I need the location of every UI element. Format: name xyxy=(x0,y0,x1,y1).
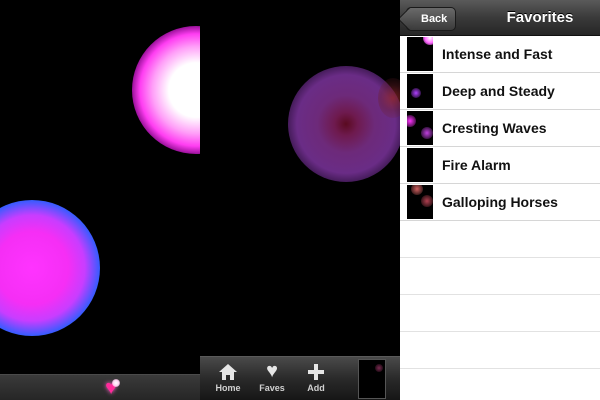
list-item-label: Galloping Horses xyxy=(442,194,558,210)
thumbnail-glow xyxy=(421,127,433,139)
navigation-bar: Back Favorites xyxy=(400,0,600,36)
list-item[interactable]: Galloping Horses xyxy=(400,184,600,221)
pattern-thumbnail xyxy=(407,148,433,182)
list-item[interactable]: Deep and Steady xyxy=(400,73,600,110)
thumbnail-glow xyxy=(411,88,421,98)
list-item-label: Cresting Waves xyxy=(442,120,547,136)
favorite-heart-icon[interactable]: ♥ xyxy=(98,378,124,398)
list-item[interactable]: Fire Alarm xyxy=(400,147,600,184)
sparkle-icon xyxy=(112,379,120,387)
pattern-thumbnail xyxy=(407,111,433,145)
heart-icon: ♥ xyxy=(266,360,278,382)
screenshot-collage: ♥ Home ♥ Faves Add Back Favorites Intens… xyxy=(0,0,600,400)
light-show-screen-tabbed[interactable]: Home ♥ Faves Add xyxy=(200,0,400,400)
bottom-toolbar: ♥ xyxy=(0,374,200,400)
tab-home-label: Home xyxy=(215,383,241,393)
list-item-label: Fire Alarm xyxy=(442,157,511,173)
tab-faves[interactable]: ♥ Faves xyxy=(250,357,294,400)
thumbnail-glow xyxy=(375,364,383,372)
back-button[interactable]: Back xyxy=(406,7,457,31)
thumbnail-glow xyxy=(421,195,433,207)
thumbnail-glow xyxy=(423,37,433,45)
home-icon xyxy=(206,357,250,383)
white-pink-light-orb xyxy=(132,26,200,154)
empty-row xyxy=(400,295,600,332)
page-title: Favorites xyxy=(506,9,574,26)
magenta-blue-light-orb xyxy=(0,200,100,336)
plus-icon xyxy=(294,357,338,383)
pattern-thumbnail xyxy=(407,185,433,219)
tab-home[interactable]: Home xyxy=(206,357,250,400)
thumbnail-glow xyxy=(407,115,416,127)
empty-row xyxy=(400,221,600,258)
back-button-label: Back xyxy=(421,13,448,25)
pattern-thumbnail xyxy=(407,74,433,108)
list-item[interactable]: Intense and Fast xyxy=(400,36,600,73)
empty-row xyxy=(400,258,600,295)
list-item[interactable]: Cresting Waves xyxy=(400,110,600,147)
tab-bar: Home ♥ Faves Add xyxy=(200,356,400,400)
thumbnail-glow xyxy=(411,185,423,195)
tab-add[interactable]: Add xyxy=(294,357,338,400)
favorites-list: Intense and Fast Deep and Steady Crestin… xyxy=(400,36,600,369)
tab-faves-label: Faves xyxy=(259,383,285,393)
list-item-label: Intense and Fast xyxy=(442,46,553,62)
current-pattern-thumbnail[interactable] xyxy=(358,359,386,399)
tab-add-label: Add xyxy=(307,383,325,393)
pattern-thumbnail xyxy=(407,37,433,71)
light-show-screen[interactable]: ♥ xyxy=(0,0,200,400)
empty-row xyxy=(400,332,600,369)
red-light-orb xyxy=(378,78,400,118)
list-item-label: Deep and Steady xyxy=(442,83,555,99)
favorites-screen: Back Favorites Intense and Fast Deep and… xyxy=(400,0,600,400)
